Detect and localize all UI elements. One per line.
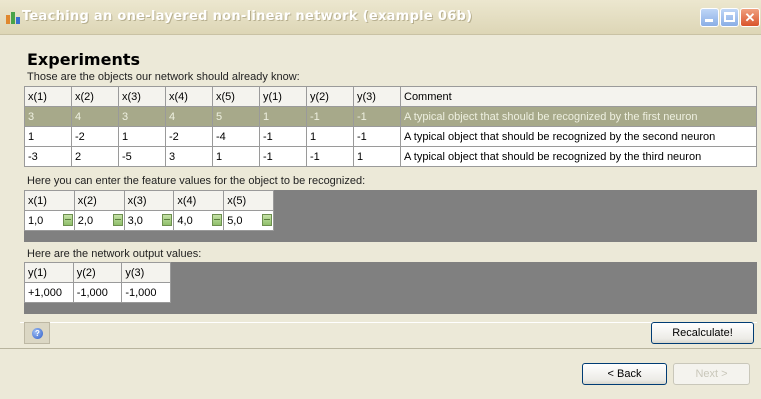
- features-caption: Here you can enter the feature values fo…: [27, 175, 366, 187]
- table-cell[interactable]: A typical object that should be recogniz…: [400, 106, 757, 127]
- table-cell[interactable]: -3: [24, 146, 72, 167]
- outputs-caption: Here are the network output values:: [27, 248, 202, 260]
- close-button[interactable]: ✕: [740, 8, 760, 27]
- features-value-row[interactable]: 1,0 2,0 3,0 4,0 5,0: [24, 210, 274, 231]
- feature-column-header: x(5): [223, 190, 274, 211]
- column-header[interactable]: x(1): [24, 86, 72, 107]
- feature-value[interactable]: 5,0: [227, 215, 242, 227]
- column-header[interactable]: y(2): [306, 86, 354, 107]
- outputs-table: y(1) y(2) y(3) +1,000 -1,000 -1,000: [24, 262, 171, 303]
- minimize-icon: [705, 19, 713, 22]
- table-cell[interactable]: -1: [259, 146, 307, 167]
- column-header[interactable]: x(4): [165, 86, 213, 107]
- divider: [20, 322, 757, 323]
- page-title: Experiments: [27, 50, 141, 69]
- features-table[interactable]: x(1) x(2) x(3) x(4) x(5) 1,0 2,0 3,0 4,0 5,0: [24, 190, 274, 231]
- feature-value[interactable]: 1,0: [28, 215, 43, 227]
- table-row[interactable]: 3 4 3 4 5 1 -1 -1 A typical object that should b…: [24, 106, 757, 127]
- feature-column-header: x(1): [24, 190, 75, 211]
- column-header[interactable]: x(5): [212, 86, 260, 107]
- column-header[interactable]: y(3): [353, 86, 401, 107]
- table-cell[interactable]: -1: [306, 106, 354, 127]
- feature-column-header: x(3): [123, 190, 175, 211]
- title-bar[interactable]: Teaching an one-layered non-linear netwo…: [0, 0, 761, 35]
- window-title: Teaching an one-layered non-linear netwo…: [22, 9, 473, 24]
- feature-column-header: x(4): [173, 190, 225, 211]
- output-column-header: y(3): [121, 262, 171, 283]
- output-value: -1,000: [121, 282, 171, 303]
- column-header[interactable]: y(1): [259, 86, 307, 107]
- table-cell[interactable]: 1: [212, 146, 260, 167]
- feature-value[interactable]: 3,0: [128, 215, 143, 227]
- help-button[interactable]: ?: [24, 322, 50, 344]
- table-cell[interactable]: 1: [306, 126, 354, 147]
- spin-button-icon[interactable]: [162, 214, 173, 226]
- table-header-row: x(1) x(2) x(3) x(4) x(5) y(1) y(2) y(3) Comment: [24, 86, 757, 107]
- table-cell[interactable]: 1: [24, 126, 72, 147]
- table-cell[interactable]: -1: [259, 126, 307, 147]
- help-icon: ?: [32, 328, 43, 339]
- table-cell[interactable]: -2: [165, 126, 213, 147]
- table-cell[interactable]: -1: [353, 106, 401, 127]
- table-cell[interactable]: A typical object that should be recogniz…: [400, 126, 757, 147]
- feature-spin-input[interactable]: 3,0: [123, 210, 175, 231]
- column-header[interactable]: x(2): [71, 86, 119, 107]
- known-objects-table[interactable]: x(1) x(2) x(3) x(4) x(5) y(1) y(2) y(3) Comment …: [24, 86, 757, 167]
- feature-column-header: x(2): [73, 190, 125, 211]
- back-button[interactable]: < Back: [582, 363, 667, 385]
- feature-value[interactable]: 4,0: [177, 215, 192, 227]
- spin-button-icon[interactable]: [212, 214, 223, 226]
- table-cell[interactable]: 5: [212, 106, 260, 127]
- table-cell[interactable]: A typical object that should be recogniz…: [400, 146, 757, 167]
- column-header[interactable]: Comment: [400, 86, 757, 107]
- feature-spin-input[interactable]: 4,0: [173, 210, 225, 231]
- outputs-header-row: y(1) y(2) y(3): [24, 262, 171, 283]
- app-icon: [6, 12, 20, 24]
- feature-spin-input[interactable]: 2,0: [73, 210, 125, 231]
- outputs-value-row: +1,000 -1,000 -1,000: [24, 282, 171, 303]
- table-cell[interactable]: 1: [118, 126, 166, 147]
- next-button[interactable]: Next >: [673, 363, 750, 385]
- output-value: -1,000: [72, 282, 123, 303]
- table-cell[interactable]: -5: [118, 146, 166, 167]
- table-cell[interactable]: 4: [165, 106, 213, 127]
- spin-button-icon[interactable]: [112, 214, 123, 226]
- recalculate-button[interactable]: Recalculate!: [651, 322, 754, 344]
- output-column-header: y(1): [24, 262, 74, 283]
- table-cell[interactable]: 4: [71, 106, 119, 127]
- spin-button-icon[interactable]: [62, 214, 73, 226]
- table-cell[interactable]: 3: [165, 146, 213, 167]
- table-row[interactable]: 1 -2 1 -2 -4 -1 1 -1 A typical object that shoul…: [24, 126, 757, 147]
- maximize-icon: [724, 12, 735, 22]
- table-cell[interactable]: 3: [118, 106, 166, 127]
- output-value: +1,000: [24, 282, 74, 303]
- spin-button-icon[interactable]: [262, 214, 272, 226]
- close-icon: ✕: [744, 10, 756, 25]
- footer-divider: [0, 348, 761, 349]
- column-header[interactable]: x(3): [118, 86, 166, 107]
- table-cell[interactable]: -4: [212, 126, 260, 147]
- output-column-header: y(2): [72, 262, 123, 283]
- feature-value[interactable]: 2,0: [78, 215, 93, 227]
- table-cell[interactable]: -2: [71, 126, 119, 147]
- table-cell[interactable]: 1: [259, 106, 307, 127]
- table-cell[interactable]: -1: [306, 146, 354, 167]
- feature-spin-input[interactable]: 1,0: [24, 210, 75, 231]
- table-cell[interactable]: 1: [353, 146, 401, 167]
- features-header-row: x(1) x(2) x(3) x(4) x(5): [24, 190, 274, 211]
- table-cell[interactable]: -1: [353, 126, 401, 147]
- table-cell[interactable]: 3: [24, 106, 72, 127]
- maximize-button[interactable]: [720, 8, 739, 27]
- feature-spin-input[interactable]: 5,0: [223, 210, 274, 231]
- table-row[interactable]: -3 2 -5 3 1 -1 -1 1 A typical object that should…: [24, 146, 757, 167]
- known-objects-caption: Those are the objects our network should…: [27, 71, 300, 83]
- minimize-button[interactable]: [700, 8, 719, 27]
- table-cell[interactable]: 2: [71, 146, 119, 167]
